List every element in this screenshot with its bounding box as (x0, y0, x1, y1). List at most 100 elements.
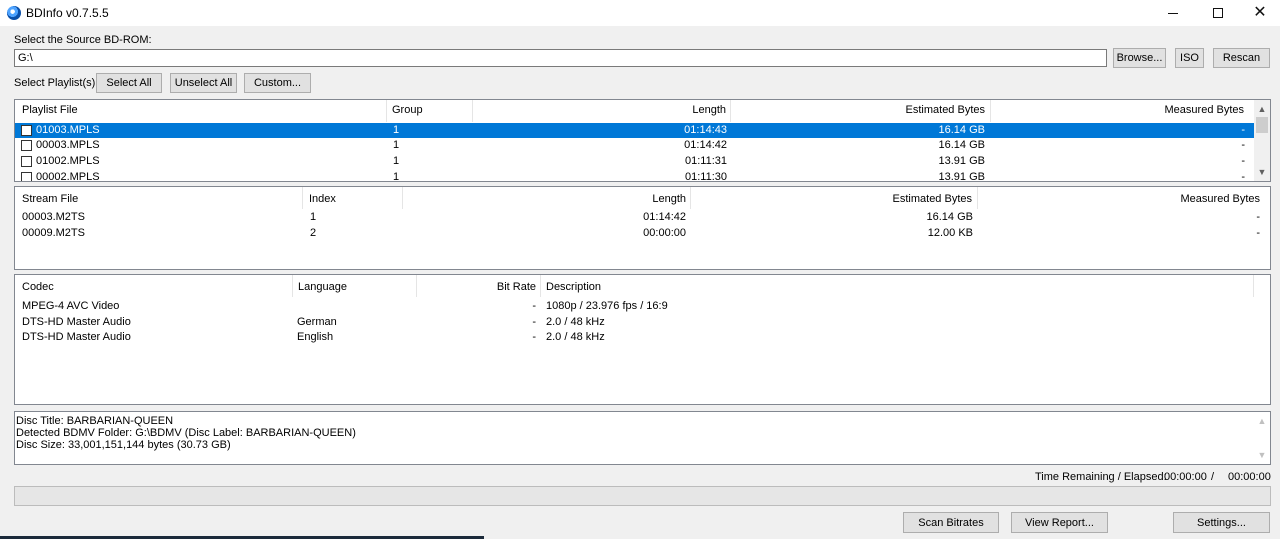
col-stream-estimated[interactable]: Estimated Bytes (705, 189, 972, 209)
maximize-button[interactable] (1195, 0, 1241, 26)
playlist-estimated: 13.91 GB (938, 155, 985, 167)
codec-list[interactable]: Codec Language Bit Rate Description MPEG… (14, 274, 1271, 405)
codec-row[interactable]: DTS-HD Master Audio German - 2.0 / 48 kH… (15, 315, 1245, 330)
stream-row[interactable]: 00009.M2TS 2 00:00:00 12.00 KB - (15, 226, 1265, 241)
playlist-group: 1 (393, 171, 400, 182)
playlist-length: 01:14:43 (684, 124, 727, 136)
time-remaining-label: Time Remaining / Elapsed: (1035, 471, 1167, 483)
scroll-up-icon[interactable]: ▲ (1254, 414, 1270, 428)
playlist-length: 01:11:31 (684, 155, 727, 167)
col-stream-length[interactable]: Length (435, 189, 686, 209)
playlist-estimated: 16.14 GB (938, 124, 985, 136)
minimize-icon (1168, 12, 1178, 14)
view-report-button[interactable]: View Report... (1011, 512, 1108, 533)
settings-button[interactable]: Settings... (1173, 512, 1270, 533)
playlist-checkbox[interactable] (21, 140, 32, 151)
col-description[interactable]: Description (546, 277, 601, 297)
col-group[interactable]: Group (392, 100, 423, 120)
playlist-checkbox[interactable] (21, 172, 32, 181)
select-playlists-label: Select Playlist(s): (14, 77, 99, 89)
playlist-group: 1 (393, 124, 400, 136)
time-elapsed-value: 00:00:00 (1228, 471, 1271, 483)
col-estimated-bytes[interactable]: Estimated Bytes (735, 100, 985, 120)
codec-name: DTS-HD Master Audio (22, 316, 131, 328)
stream-row[interactable]: 00003.M2TS 1 01:14:42 16.14 GB - (15, 210, 1265, 225)
playlist-file: 01002.MPLS (36, 155, 100, 167)
playlist-measured: - (1241, 124, 1245, 136)
time-remaining-value: 00:00:00 (1164, 471, 1207, 483)
playlist-checkbox[interactable] (21, 125, 32, 136)
stream-estimated: 16.14 GB (926, 211, 973, 223)
title-bar: BDInfo v0.7.5.5 ✕ (0, 0, 1280, 26)
stream-file: 00003.M2TS (22, 211, 85, 223)
codec-bitrate: - (532, 331, 536, 343)
col-language[interactable]: Language (298, 277, 347, 297)
close-icon: ✕ (1253, 4, 1267, 21)
time-separator: / (1211, 471, 1215, 483)
playlist-estimated: 16.14 GB (938, 139, 985, 151)
playlist-file: 00003.MPLS (36, 139, 100, 151)
custom-button[interactable]: Custom... (244, 73, 311, 93)
stream-estimated: 12.00 KB (927, 227, 973, 239)
playlist-measured: - (1241, 155, 1245, 167)
maximize-icon (1213, 8, 1223, 18)
playlist-group: 1 (393, 155, 400, 167)
minimize-button[interactable] (1150, 0, 1196, 26)
col-measured-bytes[interactable]: Measured Bytes (995, 100, 1244, 120)
playlist-measured: - (1241, 171, 1245, 182)
stream-list[interactable]: Stream File Index Length Estimated Bytes… (14, 186, 1271, 270)
col-index[interactable]: Index (309, 189, 336, 209)
disc-size-line: Disc Size: 33,001,151,144 bytes (30.73 G… (16, 439, 231, 451)
scroll-thumb[interactable] (1256, 117, 1268, 133)
bdmv-folder-line: Detected BDMV Folder: G:\BDMV (Disc Labe… (16, 427, 356, 439)
disc-info-box[interactable]: Disc Title: BARBARIAN-QUEEN Detected BDM… (14, 411, 1271, 465)
playlist-group: 1 (393, 139, 400, 151)
codec-description: 2.0 / 48 kHz (546, 316, 605, 328)
playlist-measured: - (1241, 139, 1245, 151)
scroll-down-icon[interactable]: ▼ (1254, 165, 1270, 179)
disc-title-line: Disc Title: BARBARIAN-QUEEN (16, 415, 174, 427)
bdinfo-disc-icon (7, 6, 21, 20)
playlist-row[interactable]: 01002.MPLS 1 01:11:31 13.91 GB - (15, 154, 1255, 169)
source-label: Select the Source BD-ROM: (14, 34, 152, 46)
codec-name: DTS-HD Master Audio (22, 331, 131, 343)
scroll-down-icon[interactable]: ▼ (1254, 448, 1270, 462)
select-all-button[interactable]: Select All (96, 73, 162, 93)
close-button[interactable]: ✕ (1237, 0, 1280, 26)
browse-button[interactable]: Browse... (1113, 48, 1166, 68)
playlist-list[interactable]: Playlist File Group Length Estimated Byt… (14, 99, 1271, 182)
codec-description: 1080p / 23.976 fps / 16:9 (546, 300, 668, 312)
rescan-button[interactable]: Rescan (1213, 48, 1270, 68)
playlist-length: 01:14:42 (684, 139, 727, 151)
stream-index: 1 (310, 211, 317, 223)
col-playlist-file[interactable]: Playlist File (22, 100, 78, 120)
playlist-row[interactable]: 00003.MPLS 1 01:14:42 16.14 GB - (15, 138, 1255, 153)
col-codec[interactable]: Codec (22, 277, 54, 297)
playlist-scrollbar[interactable]: ▲ ▼ (1254, 100, 1270, 181)
codec-bitrate: - (532, 316, 536, 328)
codec-language: English (297, 331, 334, 343)
col-stream-file[interactable]: Stream File (22, 189, 78, 209)
playlist-file: 01003.MPLS (36, 124, 100, 136)
codec-language: German (297, 316, 337, 328)
scan-bitrates-button[interactable]: Scan Bitrates (903, 512, 999, 533)
codec-row[interactable]: MPEG-4 AVC Video - 1080p / 23.976 fps / … (15, 299, 1245, 314)
stream-measured: - (1256, 211, 1260, 223)
playlist-row[interactable]: 01003.MPLS 1 01:14:43 16.14 GB - (15, 123, 1255, 138)
playlist-row[interactable]: 00002.MPLS 1 01:11:30 13.91 GB - (15, 170, 1255, 182)
disc-info-scrollbar[interactable]: ▲ ▼ (1254, 412, 1270, 464)
col-stream-measured[interactable]: Measured Bytes (995, 189, 1260, 209)
codec-row[interactable]: DTS-HD Master Audio English - 2.0 / 48 k… (15, 330, 1245, 345)
playlist-estimated: 13.91 GB (938, 171, 985, 182)
playlist-file: 00002.MPLS (36, 171, 100, 182)
unselect-all-button[interactable]: Unselect All (170, 73, 237, 93)
stream-length: 01:14:42 (643, 211, 686, 223)
source-path-input[interactable]: G:\ (14, 49, 1107, 67)
stream-length: 00:00:00 (643, 227, 686, 239)
col-length[interactable]: Length (477, 100, 726, 120)
col-bitrate[interactable]: Bit Rate (420, 277, 536, 297)
scroll-up-icon[interactable]: ▲ (1254, 102, 1270, 116)
codec-name: MPEG-4 AVC Video (22, 300, 120, 312)
iso-button[interactable]: ISO (1175, 48, 1204, 68)
playlist-checkbox[interactable] (21, 156, 32, 167)
